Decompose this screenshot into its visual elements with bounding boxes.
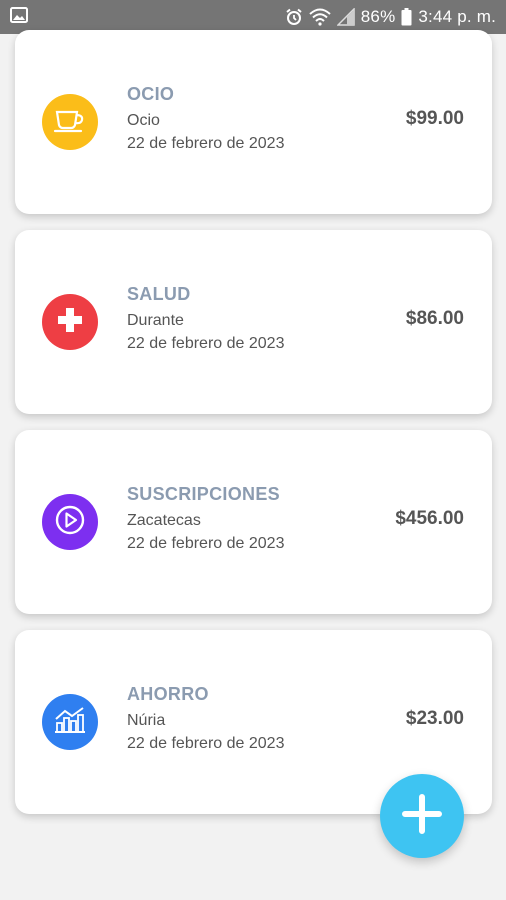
medical-cross-icon	[56, 306, 84, 339]
savings-chart-icon	[53, 705, 87, 740]
plus-icon	[402, 793, 442, 839]
entry-date: 22 de febrero de 2023	[127, 735, 285, 752]
coffee-cup-icon	[53, 105, 87, 140]
entry-amount: $456.00	[395, 508, 464, 529]
category-icon-badge	[42, 294, 98, 350]
entry-description: Núria	[127, 712, 166, 729]
entry-date: 22 de febrero de 2023	[127, 335, 285, 352]
entry-date: 22 de febrero de 2023	[127, 535, 285, 552]
status-bar: 86% 3:44 p. m.	[0, 0, 506, 34]
expense-card-suscripciones[interactable]: SUSCRIPCIONES Zacatecas 22 de febrero de…	[15, 430, 492, 614]
category-icon-badge	[42, 694, 98, 750]
entry-amount: $86.00	[405, 308, 464, 329]
battery-icon	[401, 8, 412, 26]
expense-card-salud[interactable]: SALUD Durante 22 de febrero de 2023 $86.…	[15, 230, 492, 414]
category-icon-badge	[42, 494, 98, 550]
status-bar-left	[10, 6, 28, 28]
category-title: AHORRO	[127, 684, 209, 704]
add-entry-button[interactable]	[380, 774, 464, 858]
category-title: SUSCRIPCIONES	[127, 484, 280, 504]
entry-description: Zacatecas	[127, 512, 201, 529]
status-bar-right: 86% 3:44 p. m.	[285, 7, 496, 27]
entry-description: Durante	[127, 312, 184, 329]
category-title: OCIO	[127, 84, 175, 104]
wifi-icon	[309, 8, 331, 26]
category-icon-badge	[42, 94, 98, 150]
signal-icon	[336, 8, 355, 26]
image-notification-icon	[10, 6, 28, 28]
category-title: SALUD	[127, 284, 191, 304]
play-icon	[54, 504, 86, 541]
entry-amount: $23.00	[405, 708, 464, 729]
entry-amount: $99.00	[405, 108, 464, 129]
clock: 3:44 p. m.	[418, 7, 496, 26]
expense-card-ocio[interactable]: OCIO Ocio 22 de febrero de 2023 $99.00	[15, 30, 492, 214]
entry-date: 22 de febrero de 2023	[127, 135, 285, 152]
alarm-icon	[285, 8, 303, 26]
entry-description: Ocio	[127, 112, 160, 129]
battery-percent: 86%	[360, 7, 396, 26]
